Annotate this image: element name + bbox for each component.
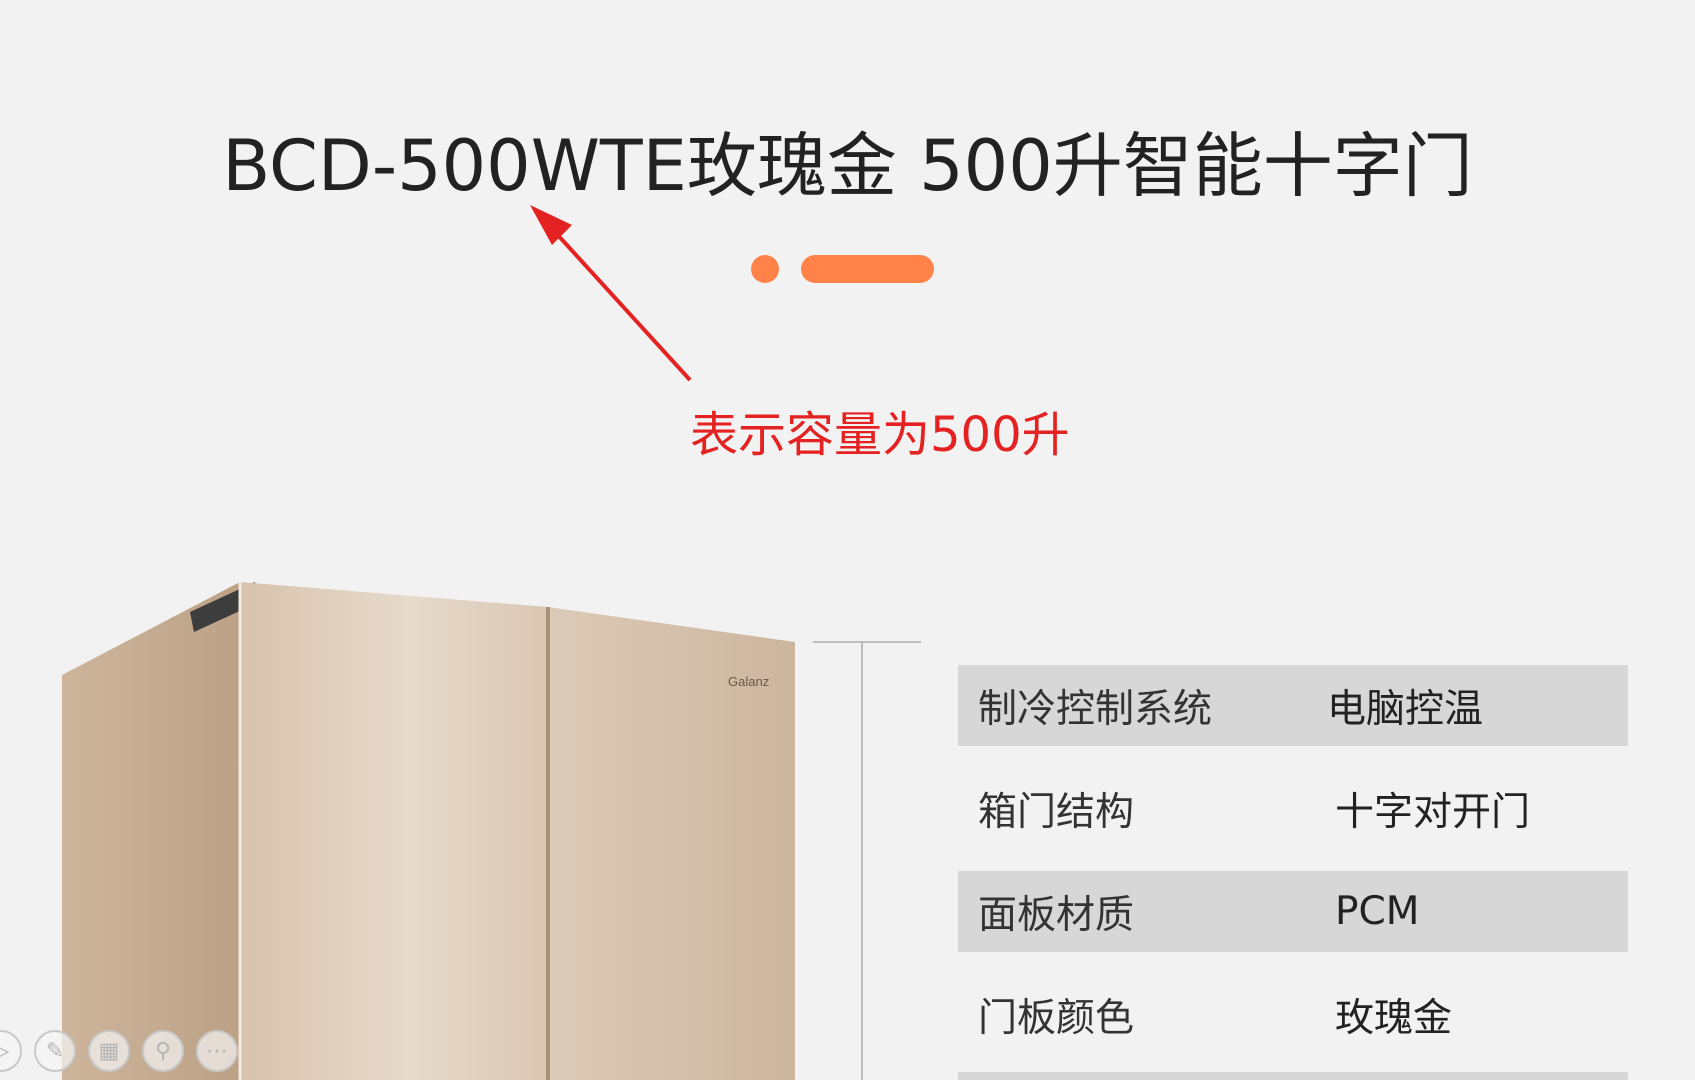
spec-connector-vertical: [861, 641, 863, 1080]
brand-logo: Galanz: [728, 674, 769, 689]
product-slide: BCD-500WTE玫瑰金 500升智能十字门 表示容量为500升 Galanz…: [0, 0, 1695, 1080]
spec-label: 制冷控制系统: [978, 686, 1213, 732]
spec-label: 面板材质: [978, 892, 1135, 938]
spec-value: PCM: [1335, 889, 1420, 934]
slideshow-toolbar: ▷ ✎ ▦ ⚲ ⋯: [0, 1030, 238, 1074]
spec-row: 门板颜色 玫瑰金: [958, 974, 1628, 1055]
fridge-image: Galanz: [62, 582, 795, 1080]
more-icon[interactable]: ⋯: [196, 1030, 238, 1072]
annotation-text: 表示容量为500升: [690, 407, 1070, 463]
pen-icon[interactable]: ✎: [34, 1030, 76, 1072]
spec-row: 箱门结构 十字对开门: [958, 768, 1628, 849]
page-title: BCD-500WTE玫瑰金 500升智能十字门: [222, 125, 1473, 207]
play-icon[interactable]: ▷: [0, 1030, 22, 1072]
zoom-icon[interactable]: ⚲: [142, 1030, 184, 1072]
spec-value: 电脑控温: [1327, 686, 1484, 732]
spec-row-partial: [958, 1072, 1628, 1080]
spec-value: 十字对开门: [1335, 789, 1531, 835]
spec-row: 制冷控制系统 电脑控温: [958, 665, 1628, 746]
spec-connector-horizontal: [813, 641, 921, 643]
accent-pill: [801, 255, 934, 283]
spec-table: 制冷控制系统 电脑控温 箱门结构 十字对开门 面板材质 PCM 门板颜色 玫瑰金: [958, 665, 1628, 1077]
spec-row: 面板材质 PCM: [958, 871, 1628, 952]
spec-label: 箱门结构: [978, 789, 1135, 835]
layout-icon[interactable]: ▦: [88, 1030, 130, 1072]
accent-dot: [751, 255, 779, 283]
spec-value: 玫瑰金: [1335, 995, 1453, 1041]
spec-label: 门板颜色: [978, 995, 1135, 1041]
